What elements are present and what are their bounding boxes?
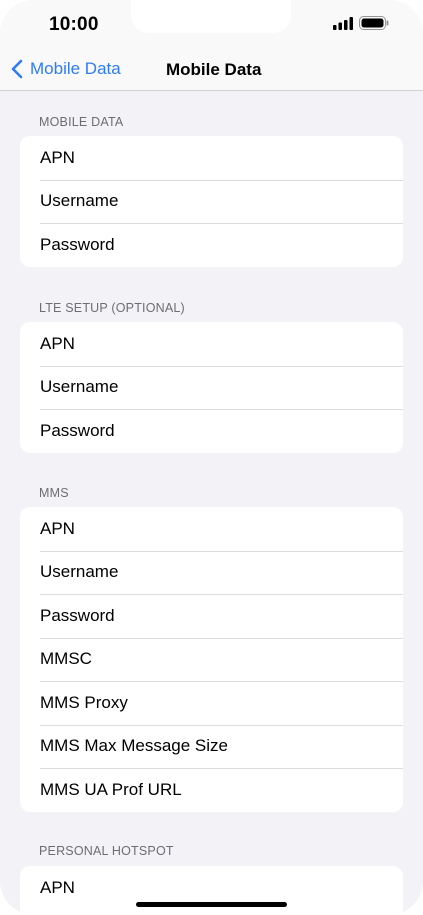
section-header-personal-hotspot: PERSONAL HOTSPOT <box>39 844 174 858</box>
battery-icon <box>359 16 389 30</box>
back-button-label: Mobile Data <box>30 59 121 78</box>
lte-apn-field[interactable]: APN <box>20 322 403 366</box>
section-group-mobile-data: APN Username Password <box>20 136 403 267</box>
section-header-lte-setup: LTE SETUP (OPTIONAL) <box>39 301 185 315</box>
lte-password-field[interactable]: Password <box>20 409 403 453</box>
lte-username-field[interactable]: Username <box>20 365 403 410</box>
home-indicator <box>136 902 287 907</box>
mms-proxy-field[interactable]: MMS Proxy <box>20 681 403 725</box>
section-group-lte-setup: APN Username Password <box>20 322 403 453</box>
mms-ua-prof-url-field[interactable]: MMS UA Prof URL <box>20 768 403 812</box>
section-header-mobile-data: MOBILE DATA <box>39 115 124 129</box>
section-group-mms: APN Username Password MMSC MMS Proxy MMS… <box>20 507 403 812</box>
navigation-bar: Mobile Data Mobile Data <box>0 48 423 91</box>
apn-field[interactable]: APN <box>20 136 403 180</box>
cellular-signal-icon <box>333 17 353 30</box>
status-bar: 10:00 <box>0 0 423 48</box>
section-group-personal-hotspot: APN <box>20 866 403 915</box>
page-title: Mobile Data <box>166 60 262 79</box>
settings-screen: 10:00 Mobile Data Mobile Data MOBILE DAT… <box>0 0 423 915</box>
mms-username-field[interactable]: Username <box>20 550 403 595</box>
mms-max-message-size-field[interactable]: MMS Max Message Size <box>20 724 403 769</box>
password-field[interactable]: Password <box>20 223 403 267</box>
mms-password-field[interactable]: Password <box>20 594 403 638</box>
status-time: 10:00 <box>49 14 99 35</box>
back-button[interactable]: Mobile Data <box>10 56 121 82</box>
section-header-mms: MMS <box>39 486 69 500</box>
chevron-left-icon <box>11 59 23 79</box>
notch <box>131 0 291 33</box>
mms-apn-field[interactable]: APN <box>20 507 403 551</box>
mmsc-field[interactable]: MMSC <box>20 637 403 682</box>
username-field[interactable]: Username <box>20 179 403 224</box>
